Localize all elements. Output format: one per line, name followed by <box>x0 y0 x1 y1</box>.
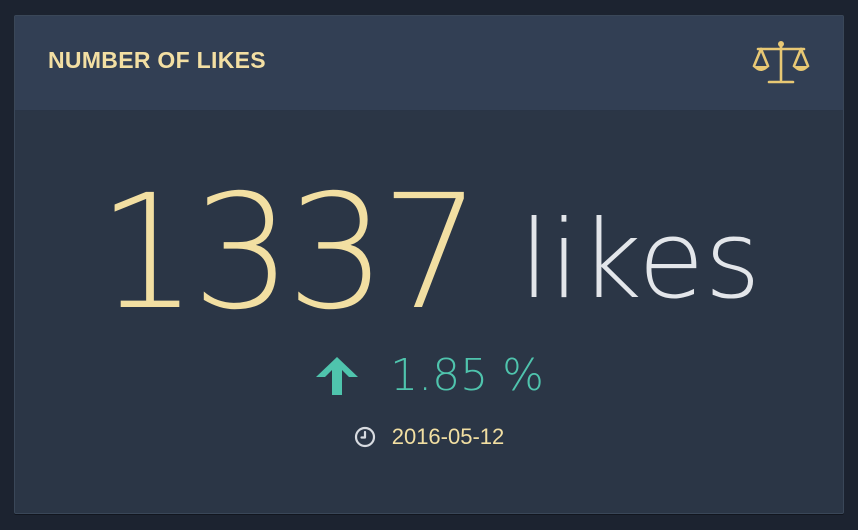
likes-widget: NUMBER OF LIKES 1337 likes 1.85 % 2016-0… <box>14 15 844 514</box>
date-value: 2016-05-12 <box>391 424 505 449</box>
balance-scale-icon <box>752 41 810 84</box>
change-indicator: 1.85 % <box>15 350 843 401</box>
clock-icon <box>354 426 375 448</box>
metric-value-row: 1337 likes <box>15 168 843 338</box>
metric-unit: likes <box>519 198 761 323</box>
change-percent: 1.85 % <box>390 350 544 401</box>
arrow-up-icon <box>316 356 359 395</box>
metric-value: 1337 <box>97 161 481 345</box>
date-row: 2016-05-12 <box>15 424 843 454</box>
widget-header: NUMBER OF LIKES <box>15 16 843 111</box>
widget-title: NUMBER OF LIKES <box>48 47 266 73</box>
